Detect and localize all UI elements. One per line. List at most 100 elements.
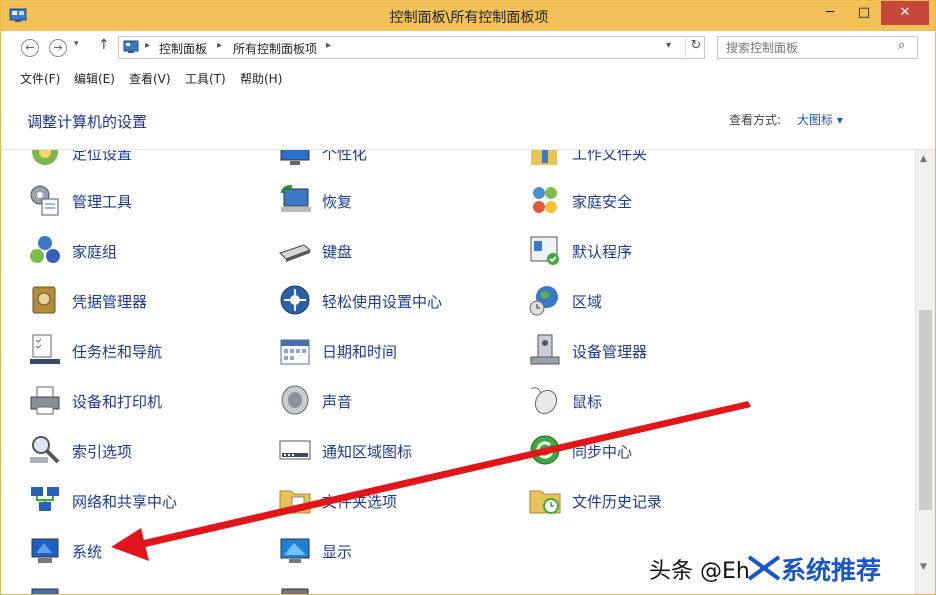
item-recovery[interactable]: 恢复 — [278, 181, 508, 221]
keyboard-icon — [279, 244, 311, 262]
minimize-button[interactable]: ─ — [813, 1, 847, 25]
item-label: 默认程序 — [572, 243, 633, 261]
item-label: 显示 — [322, 543, 353, 561]
close-button[interactable]: ✕ — [881, 1, 929, 25]
item-label: 通知区域图标 — [322, 443, 413, 461]
credential-icon — [32, 286, 56, 314]
device-manager-icon — [530, 334, 560, 365]
item-label: 设备和打印机 — [72, 393, 163, 411]
item-family-safety[interactable]: 家庭安全 — [528, 181, 758, 221]
item-label: 文件历史记录 — [572, 493, 663, 511]
item-devices-printers[interactable]: 设备和打印机 — [28, 381, 258, 421]
item-label: 家庭组 — [72, 243, 118, 261]
item-ease-of-access[interactable]: 轻松使用设置中心 — [278, 281, 508, 321]
item-file-history[interactable]: 文件历史记录 — [528, 481, 758, 521]
item-label: 网络和共享中心 — [72, 493, 178, 511]
item-location-settings[interactable]: 定位设置 — [28, 150, 258, 173]
item-display[interactable]: 显示 — [278, 531, 508, 571]
item-folder-options[interactable]: 文件夹选项 — [278, 481, 508, 521]
recent-locations-button[interactable]: ▾ — [74, 39, 79, 49]
item-label: 声音 — [322, 393, 353, 411]
address-dropdown-icon[interactable]: ▾ — [666, 40, 671, 51]
item-notification-area-icons[interactable]: 通知区域图标 — [278, 431, 508, 471]
item-indexing-options[interactable]: 索引选项 — [28, 431, 258, 471]
item-mouse[interactable]: 鼠标 — [528, 381, 758, 421]
item-label: 轻松使用设置中心 — [322, 293, 443, 311]
scroll-down-icon[interactable]: ▼ — [920, 562, 927, 572]
address-bar[interactable]: ▸ 控制面板 ▸ 所有控制面板项 ▸ ▾ ↻ — [118, 36, 705, 59]
item-sync-center[interactable]: 同步中心 — [528, 431, 758, 471]
menu-edit[interactable]: 编辑(E) — [74, 70, 115, 87]
item-system[interactable]: 系统 — [28, 531, 258, 571]
item-label: 设备管理器 — [572, 343, 648, 361]
breadcrumb-all-items[interactable]: 所有控制面板项 — [233, 40, 317, 57]
item-date-time[interactable]: 日期和时间 — [278, 331, 508, 371]
forward-button[interactable]: → — [49, 39, 67, 57]
item-label: 区域 — [572, 293, 603, 311]
notification-icon — [279, 440, 311, 460]
up-button[interactable]: ↑ — [98, 37, 110, 53]
item-region[interactable]: 区域 — [528, 281, 758, 321]
item-label: 管理工具 — [72, 193, 133, 211]
item-label: 文件夹选项 — [322, 493, 398, 511]
search-icon[interactable]: ⌕ — [898, 38, 905, 53]
sound-icon — [281, 385, 309, 415]
search-input[interactable] — [724, 39, 898, 57]
item-partial-row[interactable] — [28, 581, 258, 594]
page-header: 调整计算机的设置 查看方式: 大图标 ▾ — [1, 91, 935, 150]
refresh-button[interactable]: ↻ — [685, 38, 706, 57]
items-grid: 定位设置 个性化 工作文件夹 管理工具 恢复 家庭安全 家庭组 键盘 默认程序 … — [1, 150, 915, 594]
location-icon — [32, 150, 58, 165]
calendar-icon — [280, 339, 310, 365]
breadcrumb-separator[interactable]: ▸ — [217, 40, 222, 51]
item-device-manager[interactable]: 设备管理器 — [528, 331, 758, 371]
menu-help[interactable]: 帮助(H) — [240, 70, 282, 87]
item-label: 工作文件夹 — [572, 150, 648, 163]
taskbar-icon — [30, 334, 60, 364]
item-default-programs[interactable]: 默认程序 — [528, 231, 758, 271]
item-personalization[interactable]: 个性化 — [278, 150, 508, 173]
item-work-folders[interactable]: 工作文件夹 — [528, 150, 758, 173]
item-taskbar-navigation[interactable]: 任务栏和导航 — [28, 331, 258, 371]
admin-tools-icon — [30, 185, 59, 216]
navigation-bar: ← → ▾ ↑ ▸ 控制面板 ▸ 所有控制面板项 ▸ ▾ ↻ ⌕ — [1, 31, 935, 65]
scroll-up-icon[interactable]: ▲ — [920, 154, 927, 164]
mouse-icon — [530, 387, 558, 415]
network-icon — [31, 487, 59, 511]
homegroup-icon — [30, 236, 60, 263]
menu-bar: 文件(F) 编辑(E) 查看(V) 工具(T) 帮助(H) — [1, 65, 935, 92]
search-box[interactable]: ⌕ — [717, 36, 918, 59]
item-label: 鼠标 — [572, 393, 603, 411]
vertical-scrollbar[interactable]: ▲ ▼ — [915, 150, 935, 594]
item-label: 键盘 — [322, 243, 353, 261]
title-bar[interactable]: 控制面板\所有控制面板项 ─ □ ✕ — [1, 1, 935, 31]
item-homegroup[interactable]: 家庭组 — [28, 231, 258, 271]
item-sound[interactable]: 声音 — [278, 381, 508, 421]
default-programs-icon — [530, 236, 559, 265]
view-by-label: 查看方式: — [729, 113, 782, 127]
item-label: 日期和时间 — [322, 343, 398, 361]
menu-tools[interactable]: 工具(T) — [185, 70, 226, 87]
view-by-dropdown[interactable]: 大图标 ▾ — [797, 111, 843, 128]
scrollbar-thumb[interactable] — [919, 310, 932, 510]
partial-icon — [281, 588, 309, 594]
item-label: 个性化 — [322, 150, 368, 163]
watermark-brand: 系统推荐 — [781, 556, 882, 585]
item-credential-manager[interactable]: 凭据管理器 — [28, 281, 258, 321]
item-keyboard[interactable]: 键盘 — [278, 231, 508, 271]
window-title: 控制面板\所有控制面板项 — [389, 10, 549, 26]
page-title: 调整计算机的设置 — [27, 113, 148, 131]
item-administrative-tools[interactable]: 管理工具 — [28, 181, 258, 221]
breadcrumb-separator[interactable]: ▸ — [326, 40, 331, 51]
printer-icon — [30, 386, 60, 415]
recovery-icon — [280, 185, 311, 212]
menu-view[interactable]: 查看(V) — [129, 70, 171, 87]
file-history-icon — [529, 490, 561, 514]
menu-file[interactable]: 文件(F) — [20, 70, 60, 87]
back-button[interactable]: ← — [21, 39, 39, 57]
breadcrumb-control-panel[interactable]: 控制面板 — [159, 40, 207, 57]
breadcrumb-separator[interactable]: ▸ — [145, 40, 150, 51]
maximize-button[interactable]: □ — [847, 1, 881, 25]
item-network-sharing-center[interactable]: 网络和共享中心 — [28, 481, 258, 521]
item-partial-row[interactable] — [278, 581, 508, 594]
